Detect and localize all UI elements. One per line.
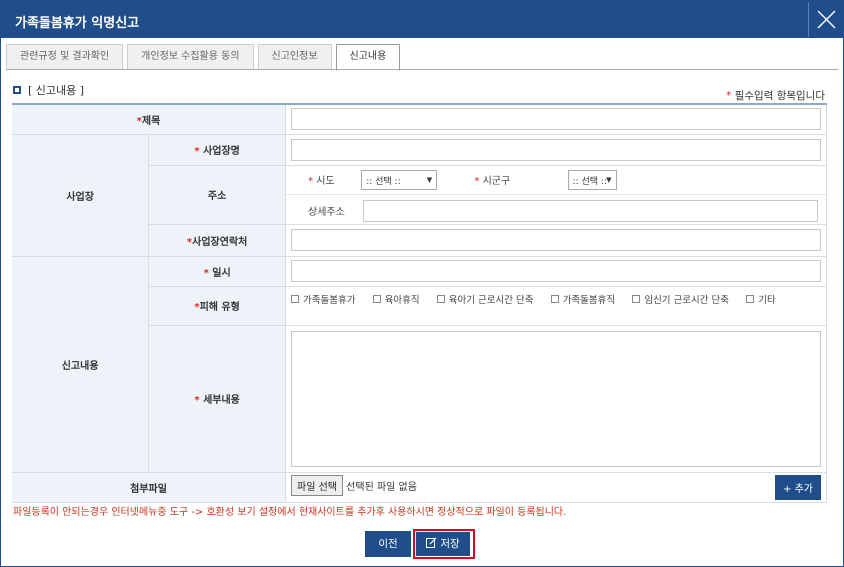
title-label: *제목 xyxy=(12,104,286,135)
checkbox-parental-leave[interactable]: 육아휴직 xyxy=(372,292,420,306)
tab-privacy-consent[interactable]: 개인정보 수집활용 동의 xyxy=(127,44,254,70)
dropdown-arrow-icon: ▼ xyxy=(606,175,612,184)
title-input[interactable] xyxy=(291,108,821,131)
file-select-button[interactable]: 파일 선택 xyxy=(291,474,343,496)
close-button[interactable] xyxy=(808,2,843,37)
tab-reporter-info[interactable]: 신고인정보 xyxy=(257,44,332,70)
edit-icon xyxy=(426,537,437,548)
required-note: * 필수입력 항목입니다 xyxy=(726,90,825,102)
sido-label: * 시도 xyxy=(308,175,335,187)
checkbox-other[interactable]: 기타 xyxy=(746,292,776,306)
dropdown-arrow-icon: ▼ xyxy=(426,175,433,184)
tab-regulations[interactable]: 관련규정 및 결과확인 xyxy=(6,44,124,70)
detail-label: * 세부내용 xyxy=(148,325,286,473)
file-warning: 파일등록이 안되는경우 인터넷메뉴중 도구 -> 호환성 보기 설정에서 현재사… xyxy=(13,507,567,518)
date-input[interactable] xyxy=(291,260,821,282)
workplace-name-input[interactable] xyxy=(291,138,821,161)
window-title: 가족돌봄휴가 익명신고 xyxy=(15,16,140,31)
row-attachment: 첨부파일 파일 선택 선택된 파일 없음 + 추가 xyxy=(12,472,827,503)
dialog-window: 가족돌봄휴가 익명신고 관련규정 및 결과확인 개인정보 수집활용 동의 신고인… xyxy=(0,0,844,567)
tab-bar: 관련규정 및 결과확인 개인정보 수집활용 동의 신고인정보 신고내용 xyxy=(6,44,404,71)
section-header: [ 신고내용 ] xyxy=(13,82,84,98)
detail-textarea[interactable] xyxy=(291,330,821,467)
attachment-label: 첨부파일 xyxy=(12,472,286,503)
sigungu-select[interactable]: :: 선택 :: ▼ xyxy=(567,169,617,190)
checkbox-family-care-absence[interactable]: 가족돌봄휴직 xyxy=(550,292,615,306)
save-button-highlight: 저장 xyxy=(413,529,475,559)
address-label: 주소 xyxy=(148,165,286,225)
report-form: *제목 사업장 * 사업장명 주소 * 시도 :: 선택 :: ▼ * 시군구 :… xyxy=(12,103,827,503)
damage-type-label: *피해 유형 xyxy=(148,286,286,326)
row-title: *제목 xyxy=(12,104,827,135)
prev-button[interactable]: 이전 xyxy=(365,531,411,557)
row-date: 신고내용 * 일시 xyxy=(12,256,827,473)
sigungu-label: * 시군구 xyxy=(474,175,511,187)
sido-select[interactable]: :: 선택 :: ▼ xyxy=(361,169,438,190)
detail-address-input[interactable] xyxy=(363,199,818,222)
contact-input[interactable] xyxy=(291,229,821,251)
close-icon xyxy=(817,10,836,29)
title-bar: 가족돌봄휴가 익명신고 xyxy=(1,1,843,38)
checkbox-childcare-hours[interactable]: 육아기 근로시간 단축 xyxy=(436,292,534,306)
workplace-group-label: 사업장 xyxy=(12,134,150,257)
checkbox-family-care-leave[interactable]: 가족돌봄휴가 xyxy=(291,292,355,306)
file-status: 선택된 파일 없음 xyxy=(346,481,417,493)
section-title: [ 신고내용 ] xyxy=(28,84,85,97)
report-group-label: 신고내용 xyxy=(12,256,150,473)
row-workplace-name: 사업장 * 사업장명 xyxy=(12,134,827,257)
tab-divider xyxy=(6,69,838,70)
workplace-name-label: * 사업장명 xyxy=(148,134,286,166)
section-square-icon xyxy=(13,86,21,94)
date-label: * 일시 xyxy=(148,256,286,287)
tab-report-content[interactable]: 신고내용 xyxy=(335,44,401,71)
save-button[interactable]: 저장 xyxy=(416,532,470,556)
checkbox-pregnancy-hours[interactable]: 임신기 근로시간 단축 xyxy=(632,292,729,306)
detail-address-label: 상세주소 xyxy=(308,207,345,218)
contact-label: *사업장연락처 xyxy=(148,224,286,257)
add-file-button[interactable]: + 추가 xyxy=(775,474,821,500)
